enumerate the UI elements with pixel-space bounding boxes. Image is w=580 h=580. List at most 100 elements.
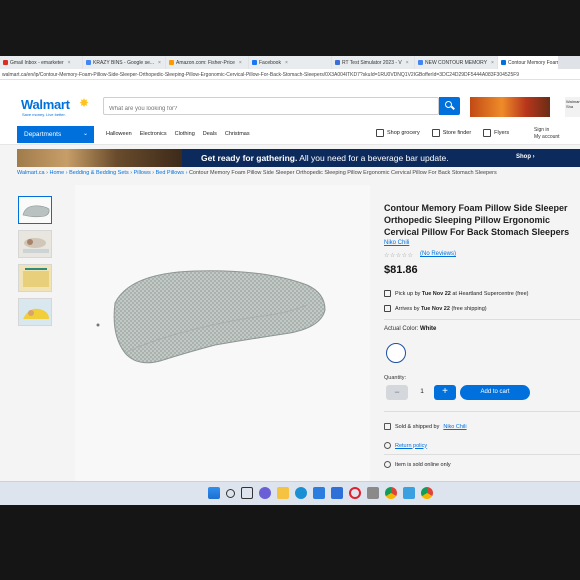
flyers-label: Flyers: [494, 130, 510, 136]
seller-link[interactable]: Niko Chili: [443, 424, 466, 430]
nav-link-deals[interactable]: Deals: [203, 131, 217, 137]
store-finder-label: Store finder: [442, 130, 472, 136]
gallery-thumbnail[interactable]: [18, 298, 52, 326]
reviews-link[interactable]: (No Reviews): [420, 251, 456, 257]
close-icon[interactable]: ×: [406, 60, 409, 66]
browser-tab[interactable]: RT Test Simulator 2023 - V ×: [332, 56, 414, 69]
flyers-link[interactable]: Flyers: [483, 129, 509, 137]
flyer-icon: [483, 129, 492, 137]
chrome-icon[interactable]: [421, 487, 433, 499]
close-icon[interactable]: ×: [158, 60, 161, 66]
nav-link-electronics[interactable]: Electronics: [140, 131, 167, 137]
file-explorer-icon[interactable]: [277, 487, 289, 499]
shipping-option[interactable]: Arrives by Tue Nov 22 (free shipping): [384, 305, 487, 312]
main-nav: Departments ⌄ Halloween Electronics Clot…: [0, 125, 580, 145]
walmart-logo[interactable]: Walmart: [21, 97, 70, 112]
browser-tab[interactable]: NEW CONTOUR MEMORY ×: [415, 56, 497, 69]
product-main-image[interactable]: [75, 185, 370, 485]
shop-grocery-link[interactable]: Shop grocery: [376, 129, 420, 137]
tab-favicon-icon: [169, 60, 174, 65]
windows-taskbar: [0, 481, 580, 505]
browser-tab[interactable]: Contour Memory Foam×: [498, 56, 558, 69]
online-only-note: Item is sold online only: [384, 461, 451, 468]
address-bar[interactable]: walmart.ca/en/ip/Contour-Memory-Foam-Pil…: [0, 69, 580, 80]
pickup-option[interactable]: Pick up by Tue Nov 22 at Heartland Super…: [384, 290, 529, 297]
app-icon[interactable]: [367, 487, 379, 499]
rating-stars: ☆☆☆☆☆: [384, 253, 414, 259]
product-details: Contour Memory Foam Pillow Side Sleeper …: [384, 180, 580, 505]
color-swatch-white[interactable]: [386, 343, 406, 363]
tab-label: Contour Memory Foam: [508, 59, 558, 66]
promo-banner[interactable]: Get ready for gathering. All you need fo…: [17, 149, 580, 167]
breadcrumb-item[interactable]: Bedding & Bedding Sets: [69, 170, 129, 176]
breadcrumb-item[interactable]: Home: [50, 170, 65, 176]
edge-icon[interactable]: [295, 487, 307, 499]
tab-label: Facebook: [259, 59, 281, 66]
tab-label: NEW CONTOUR MEMORY: [425, 59, 488, 66]
tab-favicon-icon: [86, 60, 91, 65]
monitor-bezel-top: [0, 0, 580, 56]
gallery-thumbnail[interactable]: [18, 196, 52, 224]
chrome-icon[interactable]: [385, 487, 397, 499]
nav-link-christmas[interactable]: Christmas: [225, 131, 250, 137]
search-input[interactable]: [103, 97, 439, 115]
breadcrumb: Walmart.ca › Home › Bedding & Bedding Se…: [17, 170, 497, 176]
store-finder-link[interactable]: Store finder: [431, 129, 472, 137]
mail-icon[interactable]: [331, 487, 343, 499]
departments-button[interactable]: Departments ⌄: [17, 126, 94, 143]
browser-tab-bar: Gmail Inbox - emarketer × KRAZY BINS - Goo…: [0, 56, 580, 69]
divider: [384, 319, 580, 320]
task-view-icon[interactable]: [241, 487, 253, 499]
shop-grocery-label: Shop grocery: [387, 130, 420, 136]
close-icon[interactable]: ×: [68, 60, 71, 66]
photos-icon[interactable]: [403, 487, 415, 499]
store-icon[interactable]: [313, 487, 325, 499]
banner-shop-link[interactable]: Shop ›: [516, 154, 535, 160]
gallery-thumbnail[interactable]: [18, 264, 52, 292]
close-icon[interactable]: ×: [491, 60, 494, 66]
opera-icon[interactable]: [349, 487, 361, 499]
browser-tab[interactable]: KRAZY BINS - Google se... ×: [83, 56, 165, 69]
nav-link-halloween[interactable]: Halloween: [106, 131, 132, 137]
breadcrumb-current: Contour Memory Foam Pillow Side Sleeper …: [188, 170, 497, 176]
store-icon: [431, 129, 440, 137]
quantity-value: 1: [420, 388, 424, 395]
return-policy: Return policy: [384, 442, 427, 449]
add-to-cart-button[interactable]: Add to cart: [460, 385, 530, 400]
chat-icon[interactable]: [259, 487, 271, 499]
account-link[interactable]: Sign in My account: [534, 127, 560, 141]
search-button[interactable]: [439, 97, 460, 115]
quantity-label: Quantity:: [384, 375, 407, 381]
quantity-increase-button[interactable]: +: [434, 385, 456, 400]
browser-tab[interactable]: Amazon.com: Fisher-Price ×: [166, 56, 248, 69]
monitor-bezel-bottom: [0, 505, 580, 580]
truck-icon: [384, 305, 391, 312]
breadcrumb-item[interactable]: Bed Pillows: [156, 170, 184, 176]
windows-start-icon[interactable]: [208, 487, 220, 499]
promo-image[interactable]: [470, 97, 550, 117]
nav-link-clothing[interactable]: Clothing: [175, 131, 195, 137]
close-icon[interactable]: ×: [239, 60, 242, 66]
browser-tab[interactable]: Facebook ×: [249, 56, 331, 69]
browser-tab[interactable]: Gmail Inbox - emarketer ×: [0, 56, 82, 69]
tab-favicon-icon: [3, 60, 8, 65]
search-icon[interactable]: [226, 488, 235, 498]
departments-label: Departments: [24, 131, 62, 138]
info-icon: [384, 461, 391, 468]
chevron-down-icon: ⌄: [82, 131, 88, 137]
tab-label: Amazon.com: Fisher-Price: [176, 59, 235, 66]
product-gallery: [0, 180, 372, 505]
breadcrumb-item[interactable]: Pillows: [134, 170, 151, 176]
quantity-decrease-button[interactable]: −: [386, 385, 408, 400]
promo-side-text: Walmart Sha: [565, 97, 580, 117]
grocery-icon: [376, 129, 384, 137]
color-label: Actual Color: White: [384, 326, 437, 332]
breadcrumb-item[interactable]: Walmart.ca: [17, 170, 45, 176]
seller-info: Sold & shipped by Niko Chili: [384, 423, 467, 430]
close-icon[interactable]: ×: [285, 60, 288, 66]
gallery-thumbnail[interactable]: [18, 230, 52, 258]
tab-label: KRAZY BINS - Google se...: [93, 59, 155, 66]
return-policy-link[interactable]: Return policy: [395, 443, 427, 449]
brand-link[interactable]: Niko Chili: [384, 240, 409, 246]
tab-favicon-icon: [501, 60, 506, 65]
